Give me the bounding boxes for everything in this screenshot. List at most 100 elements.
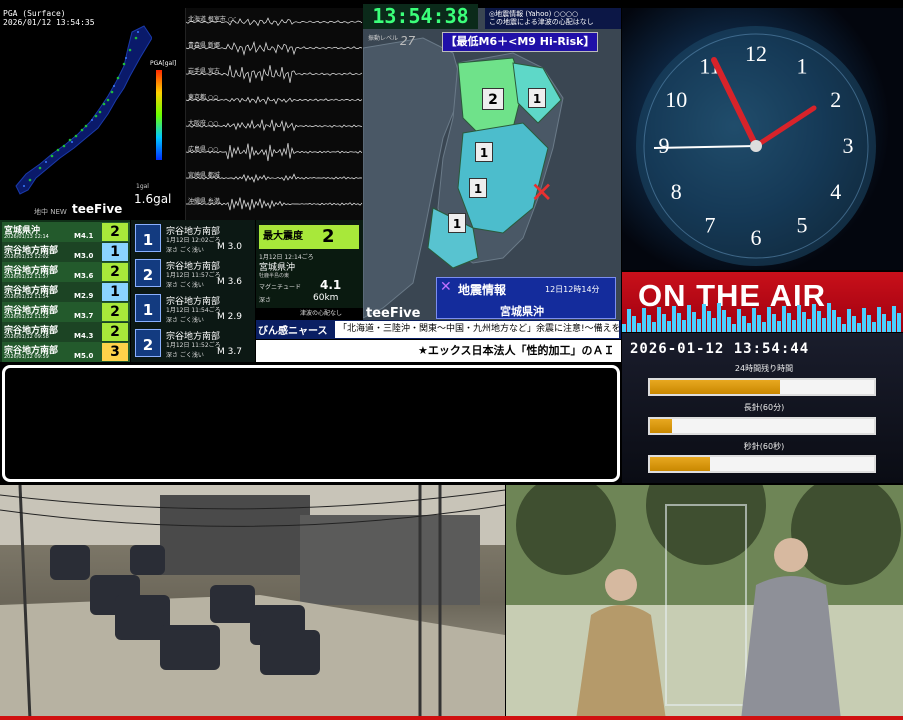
park-scene xyxy=(506,485,903,720)
quake-time: 2026/01/12 11:52 xyxy=(4,314,49,320)
bar-label-minute: 長針(60分) xyxy=(743,403,785,412)
quake-mag: M5.0 xyxy=(74,352,94,360)
progress-fill xyxy=(650,419,673,433)
equalizer-bar xyxy=(707,311,711,332)
equalizer-bar xyxy=(632,316,636,332)
quake-time: 2026/01/12 09:59 xyxy=(4,354,49,360)
info-place: 宮城県沖 xyxy=(500,305,544,318)
equalizer-bar xyxy=(862,308,866,332)
bar-label-second: 秒針(60秒) xyxy=(743,442,785,451)
event-when: 1月12日 11:52ごろ xyxy=(166,342,221,349)
equalizer-bar xyxy=(742,316,746,332)
quake-mag: M3.0 xyxy=(74,252,94,260)
epicenter-x-icon: ✕ xyxy=(530,176,554,209)
waveform-row: 東京都 ○○ xyxy=(186,90,364,110)
quake-scale: 1 xyxy=(102,283,128,301)
event-when: 1月12日 11:54ごろ xyxy=(166,307,221,314)
ticker-text: 「北海道・三陸沖・関東〜中国・九州地方など」余震に注意!〜備えを〜 xyxy=(335,321,619,338)
intensity-marker: 1 xyxy=(469,178,487,198)
on-air-banner: ON THE AIR xyxy=(622,272,903,332)
equalizer-bar xyxy=(697,319,701,332)
quake-scale: 2 xyxy=(102,303,128,321)
analog-clock: 12 1234567891011 xyxy=(636,26,876,266)
equalizer-bar xyxy=(682,320,686,332)
shake-level-label: 振動レベル xyxy=(368,35,399,42)
quake-mag: M4.1 xyxy=(74,232,94,240)
quake-list-item[interactable]: 宗谷地方南部 2026/01/12 11:57 M3.6 2 xyxy=(2,262,130,282)
equalizer-bar xyxy=(727,317,731,332)
pga-title: PGA (Surface) xyxy=(3,9,66,18)
quake-list-item[interactable]: 宗谷地方南部 2026/01/12 09:59 M5.0 3 xyxy=(2,342,130,362)
clock-number: 6 xyxy=(751,225,762,250)
event-depth: 深さ ごく浅い xyxy=(166,352,204,359)
depth-value: 60km xyxy=(313,293,339,303)
progress-fill xyxy=(650,457,711,471)
event-scale: 1 xyxy=(135,224,161,252)
equalizer-bar xyxy=(822,318,826,332)
clock-number: 9 xyxy=(659,133,670,158)
quake-scale: 2 xyxy=(102,323,128,341)
quake-scale: 1 xyxy=(102,243,128,261)
quake-mag: M3.6 xyxy=(74,272,94,280)
event-mag: M 2.9 xyxy=(217,312,242,322)
equalizer-bar xyxy=(702,304,706,332)
equalizer-bar xyxy=(772,314,776,332)
equalizer-bar xyxy=(792,320,796,332)
clock-number: 5 xyxy=(797,213,808,238)
event-scale: 2 xyxy=(135,329,161,357)
brand-logo: teeFive xyxy=(366,306,421,321)
equalizer-bar xyxy=(777,321,781,332)
waveform-row: 岩手県 宮古 xyxy=(186,64,364,84)
stream-dashboard: PGA (Surface) 2026/01/12 13:54:35 PGA[ga… xyxy=(0,0,903,720)
magnitude-value: 4.1 xyxy=(320,278,342,292)
equalizer-bar xyxy=(637,323,641,332)
intensity-marker: 1 xyxy=(528,88,546,108)
equalizer-bar xyxy=(712,318,716,332)
quake-mag: M4.3 xyxy=(74,332,94,340)
waveform-trace xyxy=(186,119,363,132)
equalizer-bar xyxy=(667,321,671,332)
event-scale: 1 xyxy=(135,294,161,322)
equalizer-bar xyxy=(677,313,681,332)
event-scale: 2 xyxy=(135,259,161,287)
equalizer-bar xyxy=(752,308,756,332)
equalizer-bar xyxy=(747,323,751,332)
event-item[interactable]: 1 宗谷地方南部 1月12日 11:54ごろ 深さ ごく浅い M 2.9 xyxy=(133,292,255,326)
waveform-panel: 北海道 根室市 ○○ 青森県 新郷 岩手県 宮古 東京都 ○○ 大阪府 ○○ 広島県 ○○… xyxy=(185,8,363,220)
equalizer-bar xyxy=(867,315,871,332)
equalizer-bar xyxy=(837,317,841,332)
progress-bar-second xyxy=(648,455,876,473)
waveform-trace xyxy=(186,65,363,83)
quake-list-item[interactable]: 宗谷地方南部 2026/01/12 11:54 M2.9 1 xyxy=(2,282,130,302)
equalizer-bar xyxy=(622,324,626,332)
event-item[interactable]: 1 宗谷地方南部 1月12日 12:02ごろ 深さ ごく浅い M 3.0 xyxy=(133,222,255,256)
quake-list-item[interactable]: 宮城県沖 2026/01/13 12:14 M4.1 2 xyxy=(2,222,130,242)
event-item[interactable]: 2 宗谷地方南部 1月12日 11:57ごろ 深さ ごく浅い M 3.6 xyxy=(133,257,255,291)
equalizer-bar xyxy=(787,313,791,332)
quake-list-item[interactable]: 宗谷地方南部 2026/01/12 09:58 M4.3 2 xyxy=(2,322,130,342)
analog-clock-panel: 12 1 2 3 4 5 6 7 8 9 10 11 xyxy=(622,8,903,270)
equalizer-bar xyxy=(892,306,896,332)
waveform-row: 宮崎県 都城 xyxy=(186,168,364,188)
clock-number: 1 xyxy=(797,53,808,78)
quake-history-list: 宮城県沖 2026/01/13 12:14 M4.1 2 宗谷地方南部 2026/01/1… xyxy=(0,220,130,362)
street-scene xyxy=(0,485,505,720)
equalizer-bar xyxy=(887,321,891,332)
equalizer-bar xyxy=(672,306,676,332)
quake-time: 2026/01/12 09:58 xyxy=(4,334,49,340)
event-item[interactable]: 2 宗谷地方南部 1月12日 11:52ごろ 深さ ごく浅い M 3.7 xyxy=(133,327,255,361)
quake-list-item[interactable]: 宗谷地方南部 2026/01/12 11:52 M3.7 2 xyxy=(2,302,130,322)
info-time: 12日12時14分 xyxy=(545,285,600,294)
max-subplace: 牡鹿半島の東 xyxy=(259,273,290,279)
equalizer-bar xyxy=(652,322,656,332)
waveform-row: 沖縄県 糸満 xyxy=(186,194,364,214)
equalizer-bars xyxy=(622,298,903,332)
event-mag: M 3.0 xyxy=(217,242,242,252)
bottom-border xyxy=(0,716,903,720)
quake-list-item[interactable]: 宗谷地方南部 2026/01/13 12:02 M3.0 1 xyxy=(2,242,130,262)
notice-line2: この地震による津波の心配はなし xyxy=(489,18,594,26)
equalizer-bar xyxy=(782,306,786,332)
event-depth: 深さ ごく浅い xyxy=(166,282,204,289)
equalizer-bar xyxy=(722,310,726,332)
risk-banner: 【最低M6＋<M9 Hi-Risk】 xyxy=(442,32,598,52)
